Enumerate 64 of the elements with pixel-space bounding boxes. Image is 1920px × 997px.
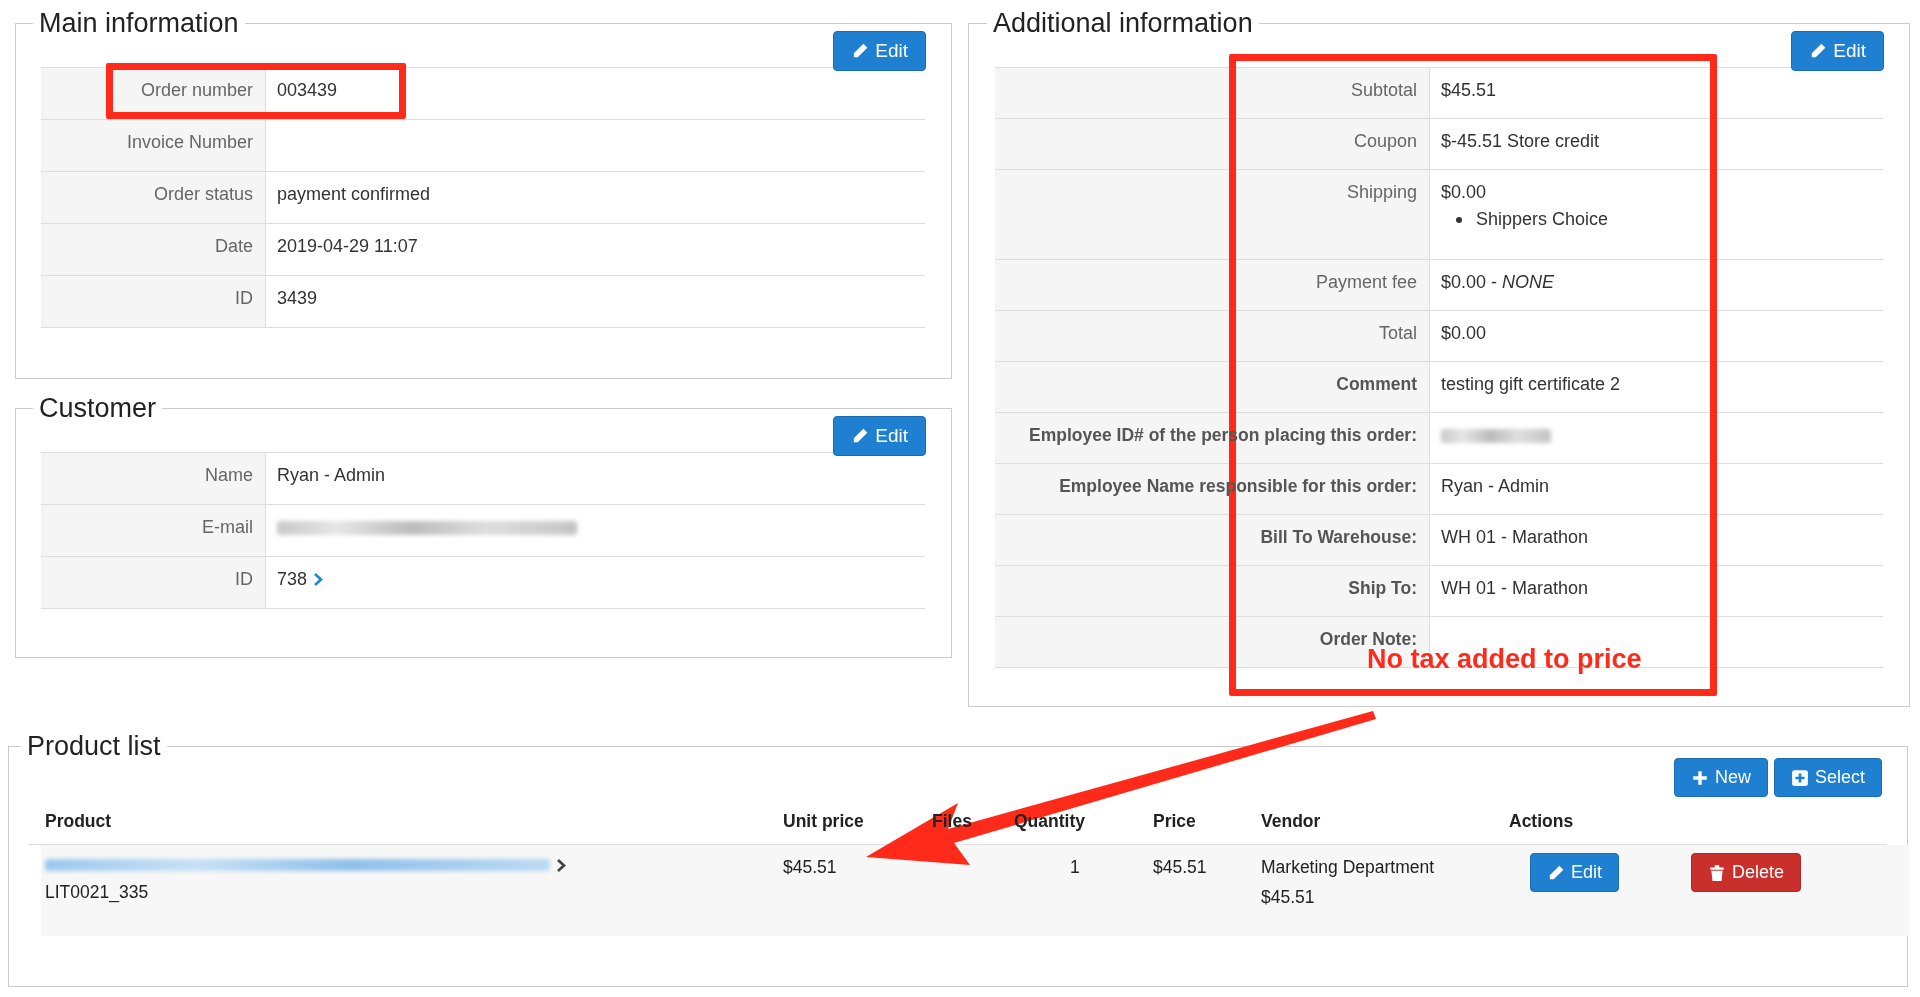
field-value: 3439: [277, 288, 318, 309]
plus-square-icon: [1790, 768, 1809, 787]
field-label: Ship To:: [1348, 578, 1417, 598]
field-label: Coupon: [1353, 131, 1417, 151]
new-button[interactable]: New: [1673, 758, 1768, 797]
field-value: $0.00 - NONE: [1441, 272, 1555, 293]
field-label: E-mail: [202, 517, 253, 537]
edit-button[interactable]: Edit: [833, 31, 926, 71]
column-header: Quantity: [1014, 811, 1086, 832]
pencil-icon: [1547, 863, 1565, 882]
field-value: Ryan - Admin: [277, 465, 386, 486]
field-value: WH 01 - Marathon: [1441, 527, 1589, 548]
trash-icon: [1708, 863, 1727, 882]
field-label: ID: [235, 569, 253, 589]
bullet-icon: [1456, 216, 1462, 223]
table-cell-text: 1: [1070, 857, 1081, 878]
column-header: Price: [1153, 811, 1197, 832]
pencil-icon: [851, 42, 870, 60]
column-header: Product: [45, 811, 113, 832]
field-value: payment confirmed: [277, 184, 431, 205]
column-header: Vendor: [1261, 811, 1322, 832]
field-value: 003439: [277, 80, 338, 101]
field-value: $45.51: [1441, 80, 1497, 101]
field-label: Payment fee: [1315, 272, 1417, 292]
pencil-icon: [1809, 42, 1828, 60]
vendor-name: Marketing Department: [1261, 857, 1436, 878]
field-label: ID: [235, 288, 253, 308]
select-button[interactable]: Select: [1773, 758, 1882, 797]
edit-button[interactable]: Edit: [833, 416, 926, 456]
field-label: Invoice Number: [126, 132, 253, 152]
field-value: Ryan - Admin: [1441, 476, 1550, 497]
field-label: Bill To Warehouse:: [1260, 527, 1417, 547]
product-sku: LIT0021_335: [45, 882, 150, 903]
field-value: 738: [277, 569, 308, 590]
field-label: Shipping: [1346, 182, 1417, 202]
field-label: Date: [214, 236, 253, 256]
chevron-icon[interactable]: [556, 857, 566, 873]
field-value: $0.00: [1441, 323, 1487, 344]
field-label: Subtotal: [1350, 80, 1417, 100]
vendor-price: $45.51: [1261, 887, 1316, 908]
list-item: Shippers Choice: [1476, 209, 1609, 230]
field-value: 2019-04-29 11:07: [277, 236, 418, 257]
field-label: Total: [1378, 323, 1417, 343]
field-value: $0.00: [1441, 182, 1487, 203]
section-title: Product list: [26, 731, 162, 762]
field-value: WH 01 - Marathon: [1441, 578, 1589, 599]
field-label: Comment: [1336, 374, 1417, 394]
edit-button[interactable]: Edit: [1530, 853, 1620, 892]
plus-icon: [1690, 768, 1709, 787]
section-title: Additional information: [992, 8, 1254, 39]
field-value: $-45.51 Store credit: [1441, 131, 1600, 152]
edit-button[interactable]: Edit: [1791, 31, 1884, 71]
table-cell-text: $45.51: [1153, 857, 1208, 878]
column-header: Unit price: [783, 811, 865, 832]
section-title: Main information: [38, 8, 240, 39]
field-label: Order number: [140, 80, 253, 100]
section-title: Customer: [38, 393, 158, 424]
column-header: Actions: [1509, 811, 1575, 832]
field-value: testing gift certificate 2: [1441, 374, 1621, 395]
table-cell-text: $45.51: [783, 857, 838, 878]
field-label: Name: [205, 465, 253, 485]
delete-button[interactable]: Delete: [1691, 853, 1802, 892]
pencil-icon: [851, 427, 870, 445]
field-label: Order status: [153, 184, 253, 204]
